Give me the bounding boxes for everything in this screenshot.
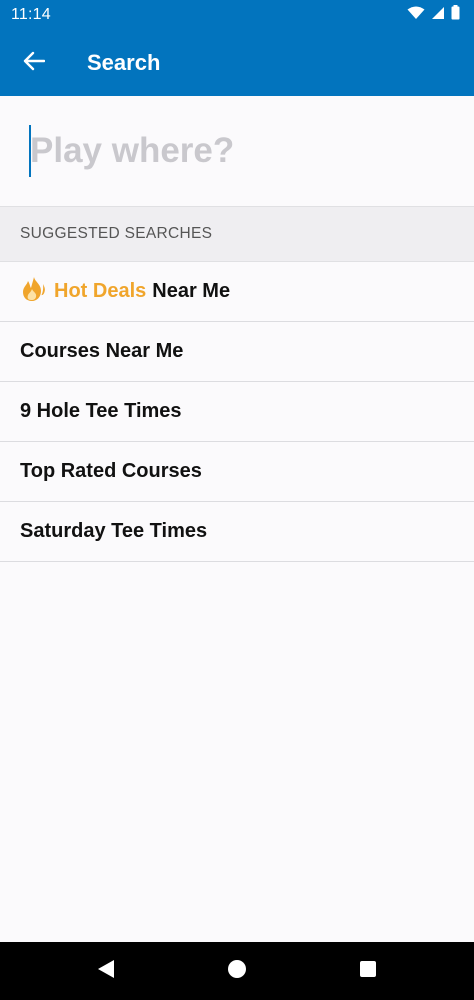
suggestion-courses-near-me[interactable]: Courses Near Me — [0, 322, 474, 382]
battery-icon — [451, 5, 460, 25]
nav-back-button[interactable] — [86, 951, 126, 991]
square-recents-icon — [359, 960, 377, 983]
back-button[interactable] — [0, 30, 68, 96]
search-input[interactable] — [30, 120, 450, 182]
fire-icon — [20, 276, 48, 308]
suggestion-9-hole-tee-times[interactable]: 9 Hole Tee Times — [0, 382, 474, 442]
status-bar: 11:14 — [0, 0, 474, 30]
arrow-left-icon — [23, 51, 46, 76]
system-nav-bar — [0, 942, 474, 1000]
circle-home-icon — [227, 959, 247, 984]
section-header-suggested: SUGGESTED SEARCHES — [0, 206, 474, 262]
list-item-label: Courses Near Me — [20, 340, 184, 362]
suggestion-top-rated-courses[interactable]: Top Rated Courses — [0, 442, 474, 502]
list-item-label: Top Rated Courses — [20, 460, 202, 482]
suggested-searches-list: Hot Deals Near Me Courses Near Me 9 Hole… — [0, 262, 474, 562]
suggestion-hot-deals[interactable]: Hot Deals Near Me — [0, 262, 474, 322]
wifi-icon — [407, 6, 425, 25]
page-title: Search — [87, 50, 161, 75]
nav-recents-button[interactable] — [348, 951, 388, 991]
nav-home-button[interactable] — [217, 951, 257, 991]
suggestion-saturday-tee-times[interactable]: Saturday Tee Times — [0, 502, 474, 562]
app-bar: Search — [0, 30, 474, 96]
status-time: 11:14 — [11, 6, 51, 23]
section-header-label: SUGGESTED SEARCHES — [20, 225, 213, 242]
triangle-back-icon — [97, 959, 115, 984]
signal-icon — [431, 6, 445, 25]
status-icons — [407, 5, 460, 25]
near-me-label: Near Me — [152, 280, 231, 302]
search-area — [0, 96, 474, 206]
list-item-label: 9 Hole Tee Times — [20, 400, 182, 422]
hot-deals-label: Hot Deals — [54, 280, 147, 302]
list-item-label: Saturday Tee Times — [20, 520, 208, 542]
